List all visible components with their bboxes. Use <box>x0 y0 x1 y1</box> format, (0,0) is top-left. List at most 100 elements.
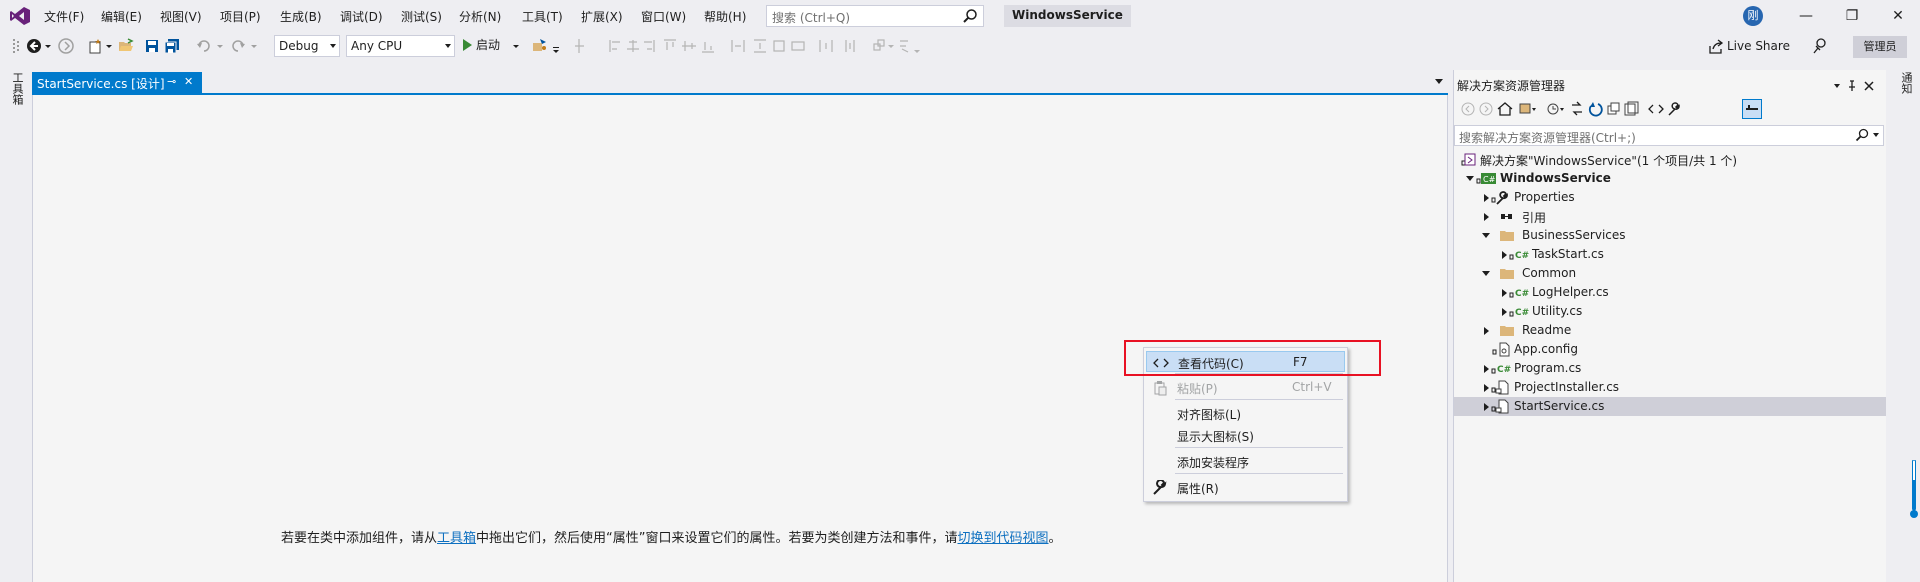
collapsed-arrow-icon[interactable] <box>1502 289 1507 297</box>
svg-text:C#: C# <box>1497 365 1511 375</box>
context-menu-add-installer[interactable]: 添加安装程序 <box>1146 451 1345 472</box>
tree-item-projectinstaller[interactable]: ProjectInstaller.cs <box>1454 378 1886 397</box>
window-position-dropdown[interactable] <box>1832 78 1844 92</box>
tab-overflow-chevron-icon[interactable] <box>1435 79 1443 84</box>
browser-link-icon[interactable] <box>532 38 548 54</box>
tree-item-references[interactable]: 引用 <box>1454 207 1886 226</box>
chevron-down-icon <box>330 44 336 48</box>
save-icon[interactable] <box>144 38 160 54</box>
tree-item-properties[interactable]: Properties <box>1454 188 1886 207</box>
live-share-button[interactable]: Live Share <box>1727 39 1790 53</box>
collapsed-arrow-icon[interactable] <box>1484 384 1489 392</box>
close-panel-icon[interactable] <box>1863 78 1875 92</box>
preview-selected-items-toggle[interactable] <box>1742 99 1762 119</box>
component-designer-surface[interactable] <box>32 95 1448 582</box>
expanded-arrow-icon[interactable] <box>1466 176 1474 181</box>
menu-help[interactable]: 帮助(H) <box>704 8 746 25</box>
notifications-tab[interactable]: 通知 <box>1898 72 1914 94</box>
back-dropdown-icon[interactable] <box>44 38 52 54</box>
navigate-back-icon[interactable] <box>26 38 42 54</box>
context-menu-paste[interactable]: 粘贴(P) Ctrl+V <box>1146 377 1345 398</box>
tree-item-taskstart[interactable]: C# TaskStart.cs <box>1454 245 1886 264</box>
tree-item-label: Readme <box>1522 323 1572 337</box>
document-tab-startservice[interactable]: StartService.cs [设计] ⊸ ✕ <box>32 72 202 93</box>
toolbox-tab[interactable]: 工具箱 <box>9 72 25 105</box>
solution-configuration-select[interactable]: Debug <box>274 35 340 57</box>
tree-item-startservice[interactable]: StartService.cs <box>1454 397 1886 416</box>
menu-separator <box>1175 473 1343 474</box>
menu-analyze[interactable]: 分析(N) <box>459 8 501 25</box>
tree-item-label: StartService.cs <box>1514 399 1605 413</box>
redo-dropdown-icon[interactable] <box>250 38 258 54</box>
menu-edit[interactable]: 编辑(E) <box>101 8 142 25</box>
menu-tools[interactable]: 工具(T) <box>522 8 563 25</box>
context-menu-line-up-icons[interactable]: 对齐图标(L) <box>1146 403 1345 424</box>
tree-item-label: TaskStart.cs <box>1532 247 1604 261</box>
navigate-forward-icon[interactable] <box>58 38 74 54</box>
collapsed-arrow-icon[interactable] <box>1502 251 1507 259</box>
redo-icon[interactable] <box>230 38 246 54</box>
avatar[interactable]: 刚 <box>1743 6 1763 26</box>
undo-icon[interactable] <box>196 38 212 54</box>
tree-item-project[interactable]: C# WindowsService <box>1454 169 1886 188</box>
search-options-chevron-icon[interactable] <box>1872 132 1880 138</box>
start-dropdown-icon[interactable] <box>512 38 520 54</box>
context-menu-properties[interactable]: 属性(R) <box>1146 477 1345 498</box>
maximize-button[interactable]: ❐ <box>1829 4 1875 28</box>
collapsed-arrow-icon[interactable] <box>1484 194 1489 202</box>
tree-item-program[interactable]: C# Program.cs <box>1454 359 1886 378</box>
menu-view[interactable]: 视图(V) <box>160 8 202 25</box>
paste-shortcut: Ctrl+V <box>1292 380 1332 394</box>
switch-to-code-view-link[interactable]: 切换到代码视图 <box>958 531 1049 546</box>
menu-file[interactable]: 文件(F) <box>44 8 84 25</box>
close-tab-icon[interactable]: ✕ <box>184 75 193 88</box>
overflow-dropdown-icon[interactable] <box>552 38 560 54</box>
new-project-icon[interactable] <box>88 38 104 54</box>
menu-build[interactable]: 生成(B) <box>280 8 322 25</box>
open-file-icon[interactable] <box>118 38 134 54</box>
auto-hide-pin-icon[interactable] <box>1847 78 1859 92</box>
collapsed-arrow-icon[interactable] <box>1484 327 1489 335</box>
toolbox-link[interactable]: 工具箱 <box>437 531 476 546</box>
feedback-icon[interactable] <box>1811 37 1829 55</box>
tree-item-businessservices[interactable]: BusinessServices <box>1454 226 1886 245</box>
references-icon <box>1499 209 1515 224</box>
expanded-arrow-icon[interactable] <box>1482 233 1490 238</box>
tree-item-label: 引用 <box>1522 211 1547 225</box>
tree-item-common[interactable]: Common <box>1454 264 1886 283</box>
save-all-icon[interactable] <box>164 38 180 54</box>
menu-extensions[interactable]: 扩展(X) <box>581 8 623 25</box>
collapsed-arrow-icon[interactable] <box>1484 365 1489 373</box>
new-dropdown-icon[interactable] <box>105 38 113 54</box>
csharp-file-icon: C# <box>1509 247 1529 262</box>
menu-project[interactable]: 项目(P) <box>220 8 261 25</box>
tree-item-app-config[interactable]: App.config <box>1454 340 1886 359</box>
pin-icon[interactable]: ⊸ <box>167 75 176 88</box>
tree-item-label: Utility.cs <box>1532 304 1583 318</box>
tree-item-utility[interactable]: C# Utility.cs <box>1454 302 1886 321</box>
folder-icon <box>1499 323 1515 338</box>
thermometer-icon <box>1910 460 1918 518</box>
quick-launch-search[interactable]: 搜索 (Ctrl+Q) <box>766 5 984 27</box>
collapsed-arrow-icon[interactable] <box>1502 308 1507 316</box>
tree-item-readme[interactable]: Readme <box>1454 321 1886 340</box>
menu-debug[interactable]: 调试(D) <box>340 8 383 25</box>
collapsed-arrow-icon[interactable] <box>1484 213 1489 221</box>
collapsed-arrow-icon[interactable] <box>1484 403 1489 411</box>
minimize-button[interactable]: — <box>1783 4 1829 28</box>
menu-test[interactable]: 测试(S) <box>401 8 442 25</box>
tree-item-solution[interactable]: 解决方案"WindowsService"(1 个项目/共 1 个) <box>1454 150 1886 169</box>
menu-window[interactable]: 窗口(W) <box>641 8 686 25</box>
properties-label: 属性(R) <box>1177 482 1219 496</box>
solution-explorer-search[interactable]: 搜索解决方案资源管理器(Ctrl+;) <box>1454 125 1884 146</box>
start-debugging-button[interactable]: 启动 <box>463 36 500 56</box>
solution-platform-select[interactable]: Any CPU <box>346 35 455 57</box>
undo-dropdown-icon[interactable] <box>216 38 224 54</box>
tree-item-loghelper[interactable]: C# LogHelper.cs <box>1454 283 1886 302</box>
visual-studio-logo-icon[interactable] <box>9 6 31 26</box>
expanded-arrow-icon[interactable] <box>1482 271 1490 276</box>
component-file-icon <box>1491 399 1509 414</box>
context-menu-show-large-icons[interactable]: 显示大图标(S) <box>1146 425 1345 446</box>
close-button[interactable]: ✕ <box>1875 4 1920 28</box>
document-tab-title: StartService.cs [设计] <box>37 77 165 91</box>
